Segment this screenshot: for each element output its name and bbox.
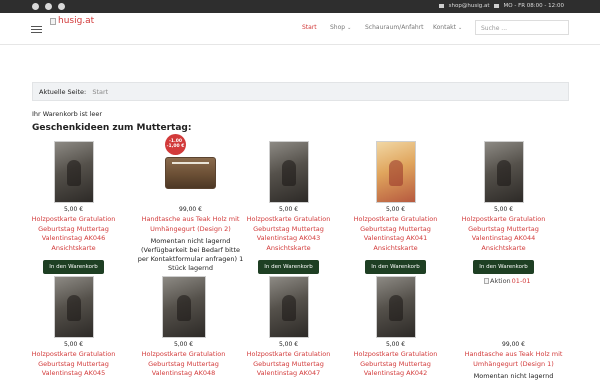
breadcrumb-current[interactable]: Start [92, 88, 108, 96]
add-to-cart-button[interactable]: In den Warenkorb [473, 260, 534, 274]
product-name[interactable]: Handtasche aus Teak Holz mit Umhängegurt… [137, 215, 244, 234]
nav-shop-label: Shop [330, 24, 346, 31]
sale-badge: -1.00 -1,00 € [165, 134, 186, 155]
nav-schauraum[interactable]: Schauraum/Anfahrt [365, 24, 424, 31]
broken-image-icon [50, 17, 56, 25]
chevron-down-icon: ⌄ [457, 25, 463, 31]
product-name[interactable]: Holzpostkarte Gratulation Geburtstag Mut… [20, 215, 127, 253]
product-name[interactable]: Holzpostkarte Gratulation Geburtstag Mut… [235, 215, 342, 253]
add-to-cart-button[interactable]: In den Warenkorb [258, 260, 319, 274]
photo-figure [281, 295, 296, 321]
photo-figure [388, 295, 403, 321]
nav-kontakt-label: Kontakt [433, 24, 456, 31]
product-name[interactable]: Holzpostkarte Gratulation Geburtstag Mut… [342, 215, 449, 253]
hamburger-menu-icon[interactable] [31, 26, 42, 33]
product-image[interactable] [268, 141, 309, 203]
product-image[interactable] [161, 276, 206, 338]
chevron-down-icon: ⌄ [347, 25, 352, 31]
topbar-email[interactable]: shop@husig.at [449, 3, 490, 9]
nav-start[interactable]: Start [302, 24, 317, 31]
site-header: husig.at Start Shop ⌄ Schauraum/Anfahrt K… [0, 13, 600, 45]
product-name[interactable]: Handtasche aus Teak Holz mit Umhängegurt… [460, 350, 567, 369]
product-card: 5,00 € Holzpostkarte Gratulation Geburts… [450, 141, 557, 274]
product-card: -1.00 -1,00 € 99,00 € Handtasche aus Tea… [137, 134, 244, 273]
product-card: 99,00 € Handtasche aus Teak Holz mit Umh… [460, 276, 567, 381]
product-price: 5,00 € [173, 341, 194, 348]
search-placeholder: Suche ... [481, 25, 508, 32]
product-price: 5,00 € [493, 206, 514, 213]
stock-note: Momentan nicht lagernd [473, 372, 554, 380]
facebook-icon[interactable] [32, 3, 39, 10]
instagram-icon[interactable] [45, 3, 52, 10]
top-bar: shop@husig.at MO - FR 08:00 - 12:00 [0, 0, 600, 13]
product-card: 5,00 € Holzpostkarte Gratulation Geburts… [235, 141, 342, 274]
search-input[interactable]: Suche ... [475, 20, 569, 35]
product-image[interactable] [375, 141, 416, 203]
product-price: 5,00 € [63, 341, 84, 348]
photo-figure [66, 295, 81, 321]
product-image[interactable] [375, 276, 416, 338]
product-name[interactable]: Holzpostkarte Gratulation Geburtstag Mut… [20, 350, 127, 379]
photo-figure [388, 160, 403, 186]
image-spacer [460, 276, 567, 338]
section-title: Geschenkideen zum Muttertag: [32, 123, 192, 133]
handbag-image [165, 157, 216, 189]
product-image[interactable] [53, 141, 94, 203]
product-image[interactable]: -1.00 -1,00 € [163, 134, 218, 203]
product-card: 5,00 € Holzpostkarte Gratulation Geburts… [20, 141, 127, 274]
topbar-contact: shop@husig.at MO - FR 08:00 - 12:00 [438, 3, 564, 9]
site-logo[interactable]: husig.at [50, 16, 94, 26]
add-to-cart-button[interactable]: In den Warenkorb [365, 260, 426, 274]
add-to-cart-button[interactable]: In den Warenkorb [43, 260, 104, 274]
clock-icon [493, 4, 499, 8]
product-image[interactable] [53, 276, 94, 338]
breadcrumb: Aktuelle Seite: Start [32, 82, 569, 101]
nav-shop[interactable]: Shop ⌄ [330, 24, 351, 31]
product-price: 5,00 € [63, 206, 84, 213]
product-card: 5,00 € Holzpostkarte Gratulation Geburts… [20, 276, 127, 379]
breadcrumb-label: Aktuelle Seite: [39, 88, 87, 96]
topbar-hours: MO - FR 08:00 - 12:00 [503, 3, 564, 9]
product-card: 5,00 € Holzpostkarte Gratulation Geburts… [235, 276, 342, 379]
cart-status: Ihr Warenkorb ist leer [32, 110, 103, 118]
photo-figure [281, 160, 296, 186]
product-name[interactable]: Holzpostkarte Gratulation Geburtstag Mut… [450, 215, 557, 253]
photo-figure [496, 160, 511, 186]
product-name[interactable]: Holzpostkarte Gratulation Geburtstag Mut… [130, 350, 237, 379]
nav-schauraum-label: Schauraum/Anfahrt [365, 24, 424, 31]
product-image[interactable] [268, 276, 309, 338]
whatsapp-icon[interactable] [58, 3, 65, 10]
nav-kontakt[interactable]: Kontakt ⌄ [433, 24, 462, 31]
product-name[interactable]: Holzpostkarte Gratulation Geburtstag Mut… [235, 350, 342, 379]
photo-figure [176, 295, 191, 321]
product-price: 5,00 € [278, 206, 299, 213]
photo-figure [66, 160, 81, 186]
stock-note: Momentan nicht lagernd (Verfügbarkeit be… [137, 237, 244, 272]
product-card: 5,00 € Holzpostkarte Gratulation Geburts… [342, 276, 449, 379]
product-image[interactable] [483, 141, 524, 203]
product-price: 5,00 € [385, 341, 406, 348]
product-price: 5,00 € [385, 206, 406, 213]
logo-text: husig.at [58, 16, 95, 26]
product-card: 5,00 € Holzpostkarte Gratulation Geburts… [130, 276, 237, 379]
product-price: 99,00 € [179, 206, 202, 213]
product-price: 99,00 € [502, 341, 525, 348]
handbag-strap [172, 162, 209, 164]
mail-icon [438, 4, 444, 8]
nav-start-label: Start [302, 24, 317, 31]
product-name[interactable]: Holzpostkarte Gratulation Geburtstag Mut… [342, 350, 449, 379]
product-price: 5,00 € [278, 341, 299, 348]
product-card: 5,00 € Holzpostkarte Gratulation Geburts… [342, 141, 449, 274]
